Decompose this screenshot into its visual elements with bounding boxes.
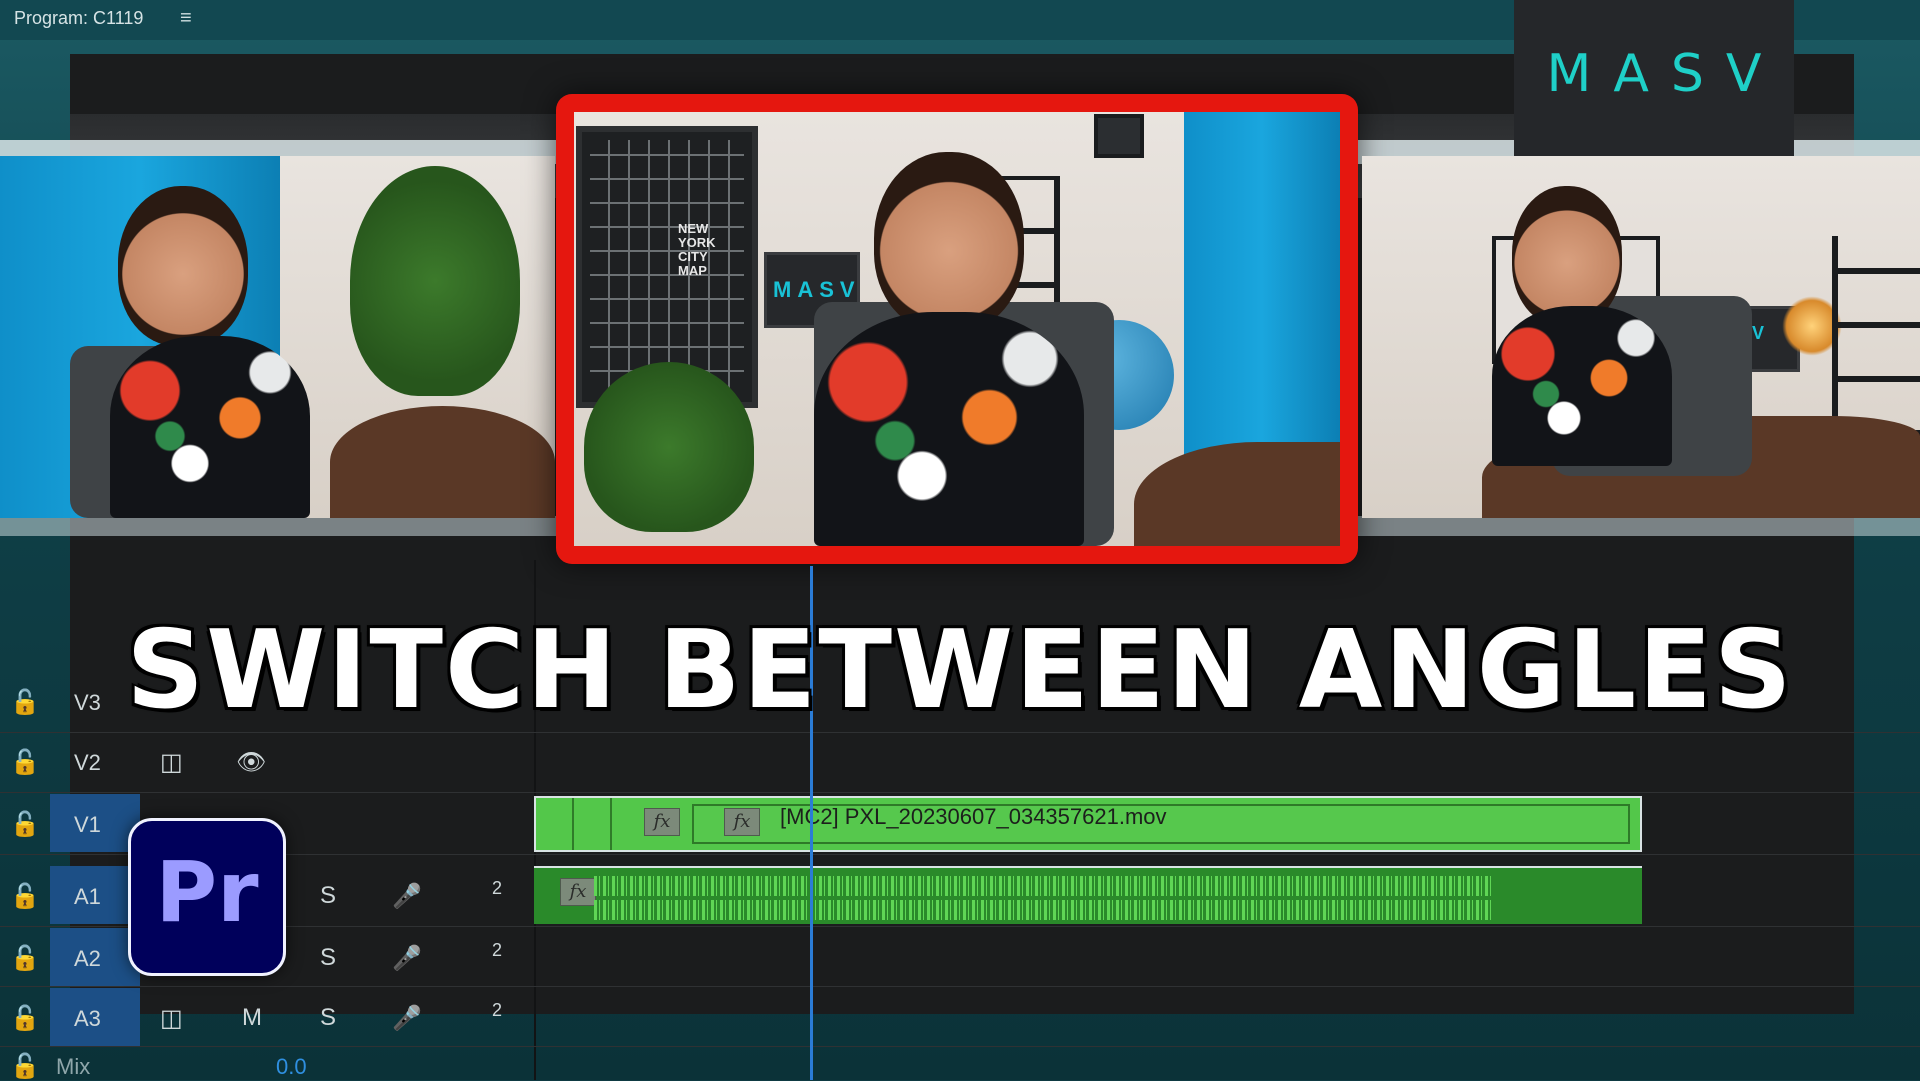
plant [350, 166, 520, 396]
fx-badge[interactable]: fx [560, 878, 596, 906]
mix-label: Mix [56, 1054, 91, 1079]
fx-badge[interactable]: fx [724, 808, 760, 836]
mute-button[interactable]: M [242, 1004, 262, 1032]
mix-value[interactable]: 0.0 [276, 1054, 307, 1080]
clip-title: [MC2] PXL_20230607_034357621.mov [780, 804, 1167, 829]
film-strip-icon[interactable]: ◫ [160, 1004, 183, 1033]
solo-button[interactable]: S [320, 882, 336, 910]
lock-open-icon[interactable]: 🔓 [10, 748, 40, 777]
mix-track: 🔓 Mix 0.0 [0, 1052, 534, 1080]
plant [584, 362, 754, 532]
track-name[interactable]: A1 [50, 866, 140, 924]
masv-logo: MASV [1514, 0, 1794, 156]
scene-center: NEW YORK CITY MAP MASV [574, 112, 1340, 546]
microphone-icon[interactable]: 🎤 [392, 1004, 422, 1033]
microphone-icon[interactable]: 🎤 [392, 944, 422, 973]
headline: SWITCH BETWEEN ANGLES [126, 608, 1794, 733]
track-name[interactable]: V1 [50, 794, 140, 852]
eye-icon[interactable]: 👁 [236, 748, 266, 777]
person-body [814, 312, 1084, 546]
lock-open-icon[interactable]: 🔓 [10, 882, 40, 911]
track-name[interactable]: A2 [50, 928, 140, 986]
person-body [110, 336, 310, 518]
audio-waveform [594, 900, 1492, 920]
channel-count: 2 [492, 940, 503, 960]
premiere-pro-icon: Pr [128, 818, 286, 976]
video-clip[interactable]: fx fx [MC2] PXL_20230607_034357621.mov [534, 796, 1642, 852]
bookshelf [1832, 236, 1920, 436]
solo-button[interactable]: S [320, 1004, 336, 1032]
channel-count: 2 [492, 878, 503, 898]
scene-left [0, 156, 555, 518]
hamburger-menu-icon[interactable]: ≡ [180, 7, 192, 30]
scene-right: ASV [1362, 156, 1920, 518]
track-a3: 🔓 A3 ◫ M S 🎤 2 [0, 988, 534, 1048]
person-head [118, 186, 248, 346]
camera-angle-right[interactable]: ASV [1362, 156, 1920, 518]
film-strip-icon[interactable]: ◫ [160, 748, 183, 777]
camera-angle-center-selected[interactable]: NEW YORK CITY MAP MASV [556, 94, 1358, 564]
track-name[interactable]: A3 [50, 988, 140, 1046]
audio-waveform [594, 876, 1492, 896]
premiere-pro-label: Pr [155, 843, 259, 941]
solo-button[interactable]: S [320, 944, 336, 972]
channel-count: 2 [492, 1000, 503, 1020]
wall-picture [1094, 114, 1144, 158]
lock-open-icon[interactable]: 🔓 [10, 810, 40, 839]
lock-open-icon[interactable]: 🔓 [10, 944, 40, 973]
track-v2: 🔓 V2 ◫ 👁 [0, 732, 534, 792]
person-head [1512, 186, 1622, 326]
lock-open-icon[interactable]: 🔓 [10, 1052, 40, 1081]
audio-clip[interactable]: fx [534, 866, 1642, 924]
microphone-icon[interactable]: 🎤 [392, 882, 422, 911]
logo-text: MASV [1546, 44, 1784, 104]
person-head [874, 152, 1024, 332]
track-name[interactable]: V2 [74, 750, 101, 776]
fx-badge[interactable]: fx [644, 808, 680, 836]
program-monitor-title: Program: C1119 [14, 8, 144, 28]
camera-angle-left[interactable] [0, 156, 555, 518]
poster-text: NEW YORK CITY MAP [678, 221, 716, 278]
person-body [1492, 306, 1672, 466]
desk [330, 406, 555, 518]
lock-open-icon[interactable]: 🔓 [10, 1004, 40, 1033]
